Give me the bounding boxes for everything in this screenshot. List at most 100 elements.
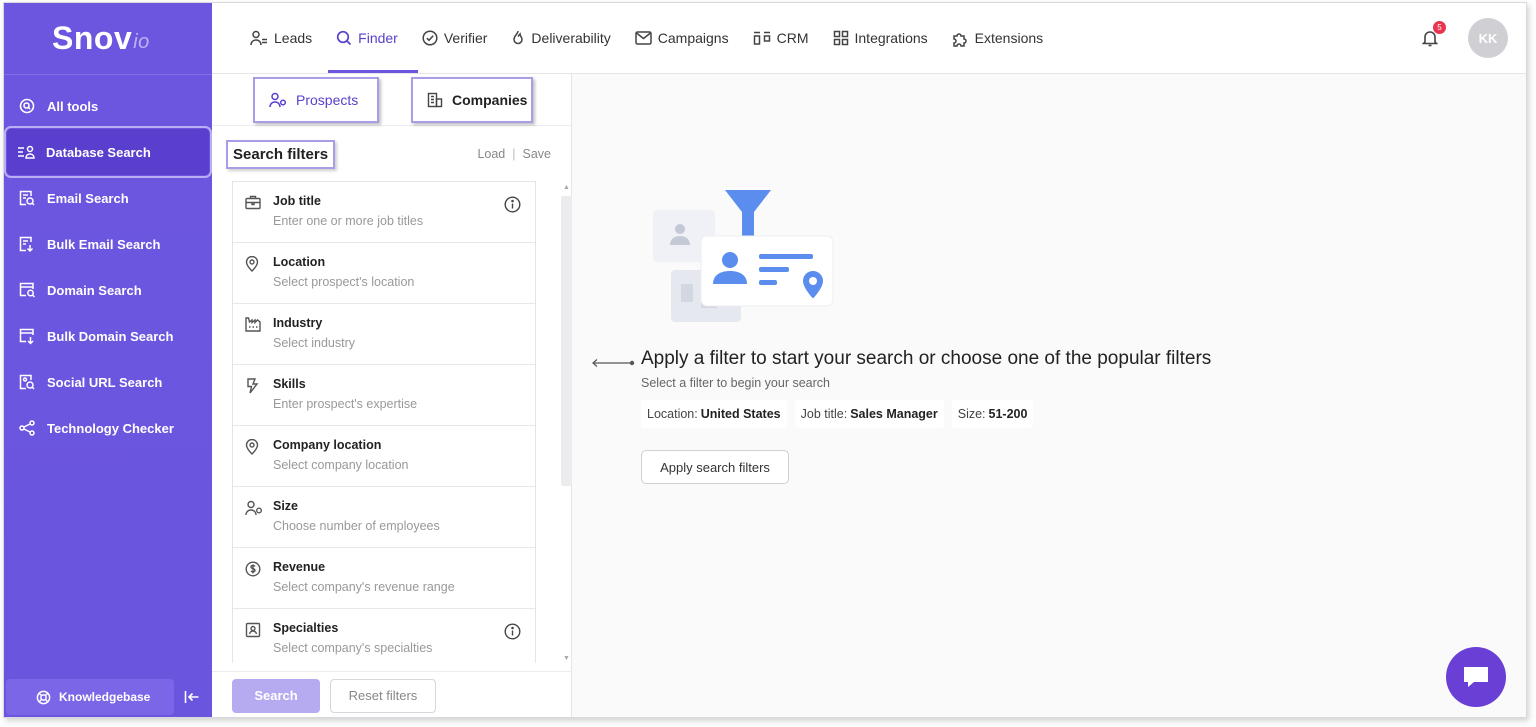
filter-size[interactable]: Size Choose number of employees <box>233 487 535 548</box>
bulk-domain-search-icon <box>18 327 36 345</box>
sidebar-item-bulk-domain-search[interactable]: Bulk Domain Search <box>4 313 212 359</box>
reset-filters-button[interactable]: Reset filters <box>330 678 436 713</box>
filter-hint: Select industry <box>273 336 355 350</box>
prospects-icon <box>269 92 287 108</box>
menu-extensions[interactable]: Extensions <box>940 3 1055 73</box>
menu-label: Integrations <box>854 30 928 46</box>
tab-prospects[interactable]: Prospects <box>253 76 379 123</box>
search-circle-icon <box>18 97 36 115</box>
filter-skills[interactable]: Skills Enter prospect's expertise <box>233 365 535 426</box>
sidebar-item-email-search[interactable]: Email Search <box>4 175 212 221</box>
filter-list: Job title Enter one or more job titles L… <box>232 181 536 663</box>
filter-name: Job title <box>273 194 321 208</box>
id-card-icon <box>245 622 261 638</box>
menu-label: Verifier <box>443 30 488 46</box>
menu-label: Extensions <box>974 30 1044 46</box>
avatar[interactable]: KK <box>1468 18 1508 58</box>
sidebar-item-all-tools[interactable]: All tools <box>4 83 212 129</box>
sidebar-item-social-url-search[interactable]: Social URL Search <box>4 359 212 405</box>
tab-label: Companies <box>452 91 528 108</box>
sidebar-item-technology-checker[interactable]: Technology Checker <box>4 405 212 451</box>
menu-label: Deliverability <box>531 30 611 46</box>
popular-filter-chip[interactable]: Job title: Sales Manager <box>794 400 944 428</box>
menu-leads[interactable]: Leads <box>238 3 324 73</box>
filter-list-scrollbar[interactable]: ▲ ▼ <box>560 182 572 664</box>
menu-verifier[interactable]: Verifier <box>410 3 500 73</box>
domain-search-icon <box>18 281 36 299</box>
filter-job-title[interactable]: Job title Enter one or more job titles <box>233 182 535 243</box>
sidebar-footer: Knowledgebase <box>4 677 212 717</box>
sidebar-item-label: Email Search <box>47 190 129 206</box>
leads-icon <box>250 30 268 46</box>
logo[interactable]: Snov io <box>4 3 212 75</box>
empty-state-title: Apply a filter to start your search or c… <box>641 348 1212 369</box>
chat-button[interactable] <box>1446 647 1506 707</box>
chip-key: Location: <box>647 407 698 421</box>
factory-icon <box>245 317 261 332</box>
filter-hint: Enter one or more job titles <box>273 214 424 228</box>
filter-location[interactable]: Location Select prospect's location <box>233 243 535 304</box>
filter-hint: Select prospect's location <box>273 275 415 289</box>
location-pin-icon <box>245 439 259 455</box>
menu-campaigns[interactable]: Campaigns <box>623 3 741 73</box>
info-icon[interactable] <box>504 196 521 213</box>
chip-key: Size: <box>957 407 986 421</box>
filter-name: Size <box>273 499 299 513</box>
menu-finder[interactable]: Finder <box>324 3 418 73</box>
location-pin-icon <box>245 256 259 272</box>
sidebar-item-domain-search[interactable]: Domain Search <box>4 267 212 313</box>
menu-integrations[interactable]: Integrations <box>821 3 940 73</box>
info-icon[interactable] <box>504 623 521 640</box>
filter-name: Revenue <box>273 560 326 574</box>
puzzle-icon <box>952 30 969 47</box>
filter-name: Industry <box>273 316 323 330</box>
filter-company-location[interactable]: Company location Select company location <box>233 426 535 487</box>
sidebar-item-bulk-email-search[interactable]: Bulk Email Search <box>4 221 212 267</box>
social-url-search-icon <box>18 373 36 391</box>
scroll-down-icon[interactable]: ▼ <box>563 655 570 662</box>
briefcase-icon <box>245 195 261 210</box>
apply-search-filters-button[interactable]: Apply search filters <box>641 450 789 484</box>
tab-companies[interactable]: Companies <box>411 76 533 123</box>
filter-hint: Select company location <box>273 458 409 472</box>
menu-crm[interactable]: CRM <box>741 3 821 73</box>
filter-name: Company location <box>273 438 382 452</box>
collapse-sidebar-icon[interactable] <box>184 690 200 704</box>
filter-name: Specialties <box>273 621 339 635</box>
filter-industry[interactable]: Industry Select industry <box>233 304 535 365</box>
chip-value: United States <box>700 407 781 421</box>
filter-specialties[interactable]: Specialties Select company's specialties <box>233 609 535 663</box>
filter-revenue[interactable]: Revenue Select company's revenue range <box>233 548 535 609</box>
menu-deliverability[interactable]: Deliverability <box>499 3 622 73</box>
sidebar-item-label: Domain Search <box>47 282 142 298</box>
load-link[interactable]: Load <box>477 147 505 161</box>
search-button[interactable]: Search <box>232 678 320 713</box>
people-icon <box>245 500 263 516</box>
lifebuoy-icon <box>36 690 51 705</box>
email-search-icon <box>18 189 36 207</box>
sidebar-item-label: Bulk Email Search <box>47 236 161 252</box>
knowledgebase-button[interactable]: Knowledgebase <box>6 679 174 715</box>
filter-hint: Choose number of employees <box>273 519 440 533</box>
filter-name: Skills <box>273 377 306 391</box>
arrow-left-icon <box>591 358 635 368</box>
chip-value: Sales Manager <box>850 407 938 421</box>
menu-label: CRM <box>776 30 809 46</box>
sidebar: Snov io All tools Database Search Email S… <box>4 3 212 717</box>
bulk-email-search-icon <box>18 235 36 253</box>
popular-filter-chip[interactable]: Location: United States <box>641 400 787 428</box>
search-filters-title: Search filters <box>226 139 336 169</box>
notification-badge: 5 <box>1433 21 1446 34</box>
check-circle-icon <box>422 30 438 46</box>
sidebar-item-database-search[interactable]: Database Search <box>4 126 212 178</box>
save-link[interactable]: Save <box>523 147 552 161</box>
technology-icon <box>18 419 36 437</box>
scroll-thumb[interactable] <box>561 196 572 486</box>
scroll-up-icon[interactable]: ▲ <box>563 184 570 191</box>
sidebar-item-label: Social URL Search <box>47 374 163 390</box>
notifications-button[interactable]: 5 <box>1422 21 1446 47</box>
dollar-circle-icon <box>245 561 261 577</box>
popular-filter-chip[interactable]: Size: 51-200 <box>951 400 1034 428</box>
sidebar-item-label: Technology Checker <box>47 420 174 436</box>
crm-icon <box>753 31 771 46</box>
